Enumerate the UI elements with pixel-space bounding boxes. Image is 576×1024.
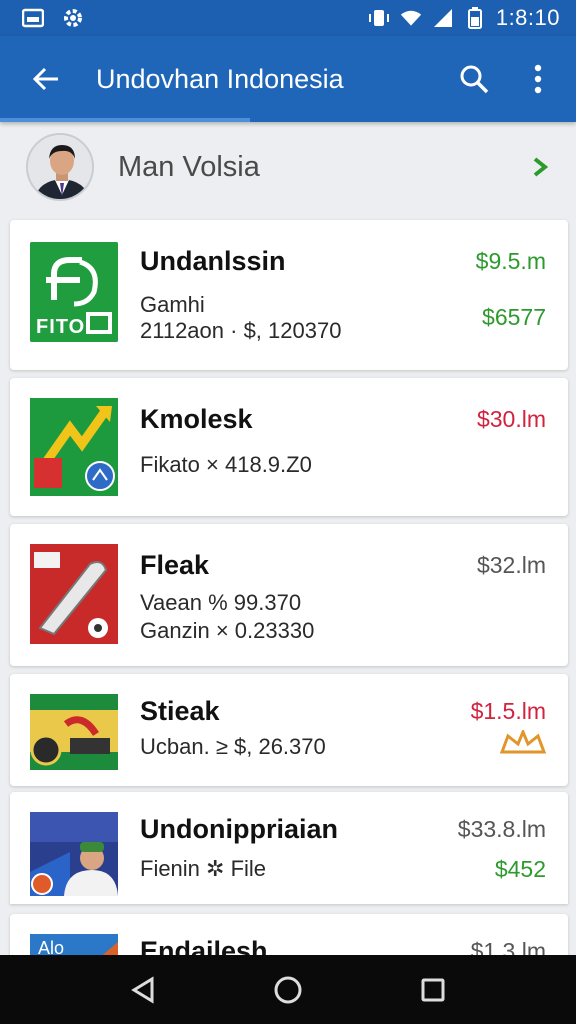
item-line: Fienin ✲ File xyxy=(140,856,267,881)
chevron-right-icon xyxy=(528,155,552,179)
overflow-menu-button[interactable] xyxy=(516,57,560,101)
triangle-back-icon xyxy=(130,975,154,1004)
app-thumbnail xyxy=(30,544,118,644)
avatar xyxy=(26,133,94,201)
item-line: Vaean % 99.370 xyxy=(140,590,302,615)
list-item[interactable]: Undanlssin Gamhi 2112aon · $, 120370 $9.… xyxy=(10,220,568,370)
more-vert-icon xyxy=(534,64,542,94)
profile-row[interactable]: Man Volsia xyxy=(0,122,576,212)
battery-icon xyxy=(464,7,486,29)
item-line: Ucban. ≥ $, 26.370 xyxy=(140,734,326,759)
search-button[interactable] xyxy=(452,57,496,101)
app-thumbnail xyxy=(30,812,118,896)
home-nav-button[interactable] xyxy=(266,968,310,1012)
list-item[interactable]: Kmolesk Fikato × 418.9.Z0 $30.lm xyxy=(10,378,568,516)
system-nav-bar xyxy=(0,955,576,1024)
item-line: Fikato × 418.9.Z0 xyxy=(140,452,312,477)
item-line: Ganzin × 0.23330 xyxy=(140,618,315,643)
page-title: Undovhan Indonesia xyxy=(96,63,344,94)
item-amount: $9.5.m xyxy=(475,248,546,274)
item-title: Kmolesk xyxy=(140,404,253,434)
item-amount: $1.5.lm xyxy=(470,698,546,724)
item-amount: $33.8.lm xyxy=(457,816,546,842)
image-icon xyxy=(22,8,44,28)
settings-icon xyxy=(62,8,84,28)
vibrate-icon xyxy=(368,8,390,28)
app-thumbnail xyxy=(30,694,118,770)
clock: 1:8:10 xyxy=(495,5,560,30)
item-line: 2112aon · $, 120370 xyxy=(140,318,342,343)
item-title: Undanlssin xyxy=(140,246,286,276)
item-line: Gamhi xyxy=(140,292,205,317)
back-nav-button[interactable] xyxy=(121,968,165,1012)
item-amount: $30.lm xyxy=(476,406,546,432)
search-icon xyxy=(460,65,489,94)
circle-home-icon xyxy=(274,976,302,1003)
signal-icon xyxy=(432,8,454,28)
item-amount: $32.lm xyxy=(476,552,546,578)
item-title: Fleak xyxy=(140,550,210,580)
profile-name: Man Volsia xyxy=(118,150,260,183)
recents-nav-button[interactable] xyxy=(411,968,455,1012)
list-item[interactable]: Fleak Vaean % 99.370 Ganzin × 0.23330 $3… xyxy=(10,524,568,666)
thumb-text: FITO xyxy=(36,316,86,338)
arrow-left-icon xyxy=(32,67,58,91)
item-title: Undonippriaian xyxy=(140,814,338,844)
item-amount: $6577 xyxy=(482,304,546,330)
list-item[interactable]: Stieak Ucban. ≥ $, 26.370 $1.5.lm xyxy=(10,674,568,786)
back-button[interactable] xyxy=(24,57,68,101)
list-item[interactable]: Undonippriaian Fienin ✲ File $33.8.lm $4… xyxy=(10,792,568,904)
item-title: Stieak xyxy=(140,696,220,726)
status-bar: 1:8:10 xyxy=(0,0,576,36)
wifi-icon xyxy=(400,8,422,28)
crown-icon xyxy=(499,728,547,754)
app-thumbnail xyxy=(30,398,118,496)
app-bar: Undovhan Indonesia xyxy=(0,36,576,122)
square-recents-icon xyxy=(421,978,445,1001)
item-amount: $452 xyxy=(494,856,546,882)
